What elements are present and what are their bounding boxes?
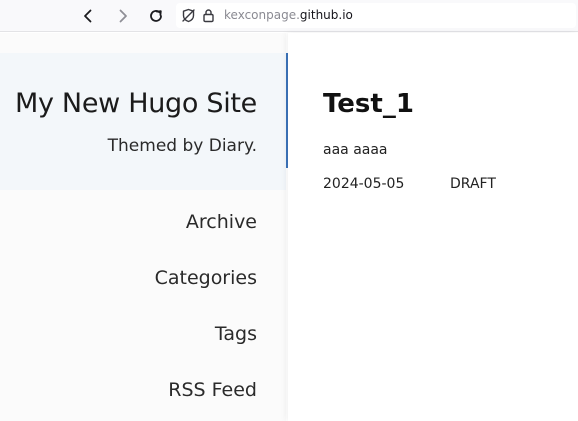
tracking-protection-icon[interactable]: [181, 8, 196, 23]
post-status-badge: DRAFT: [450, 176, 496, 192]
lock-icon[interactable]: [201, 8, 216, 23]
chevron-right-icon: [119, 9, 127, 23]
chevron-left-icon: [84, 9, 92, 23]
site-subtitle: Themed by Diary.: [107, 136, 257, 156]
nav-link-rss-feed[interactable]: RSS Feed: [168, 379, 257, 401]
forward-button[interactable]: [111, 4, 135, 28]
address-bar[interactable]: kexconpage.github.io: [176, 3, 576, 28]
back-button[interactable]: [76, 4, 100, 28]
reload-button[interactable]: [144, 4, 168, 28]
nav-link-archive[interactable]: Archive: [186, 211, 257, 233]
main-content: Test_1 aaa aaaa 2024-05-05 DRAFT: [288, 33, 578, 421]
post-title[interactable]: Test_1: [323, 89, 414, 119]
browser-toolbar: kexconpage.github.io: [0, 0, 578, 32]
nav-link-categories[interactable]: Categories: [155, 267, 257, 289]
url-text[interactable]: kexconpage.github.io: [224, 8, 353, 23]
post-date: 2024-05-05: [323, 176, 405, 192]
post-excerpt: aaa aaaa: [323, 142, 388, 158]
nav-link-tags[interactable]: Tags: [215, 323, 257, 345]
reload-icon: [150, 10, 162, 22]
site-header: My New Hugo Site Themed by Diary.: [0, 53, 286, 190]
site-title[interactable]: My New Hugo Site: [15, 88, 257, 119]
url-subdomain: kexconpage.: [224, 8, 300, 22]
sidebar: My New Hugo Site Themed by Diary. Archiv…: [0, 33, 286, 421]
url-domain: github.io: [299, 8, 353, 22]
